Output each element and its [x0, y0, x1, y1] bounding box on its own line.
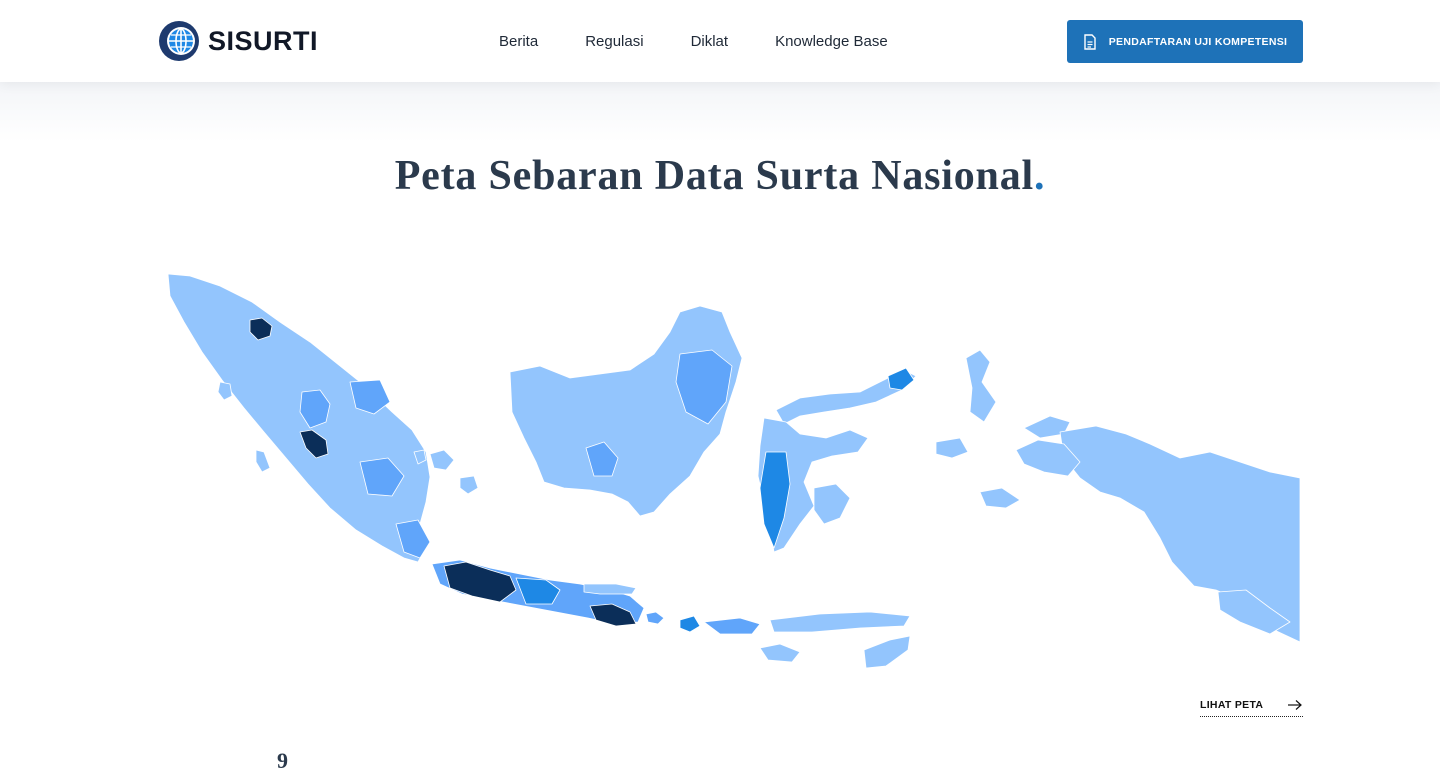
main-nav: Berita Regulasi Diklat Knowledge Base [499, 0, 935, 82]
nav-item-regulasi[interactable]: Regulasi [585, 33, 643, 50]
region-sulut-high[interactable] [887, 367, 915, 391]
document-icon [1084, 33, 1096, 50]
page-title-text: Peta Sebaran Data Surta Nasional [394, 153, 1034, 199]
nav-item-knowledge-base[interactable]: Knowledge Base [775, 33, 888, 50]
region-jabar-dark[interactable] [443, 561, 517, 603]
region-buru[interactable] [935, 437, 969, 459]
region-halmahera[interactable] [965, 349, 997, 423]
top-navbar: SISURTI Berita Regulasi Diklat Knowledge… [0, 0, 1440, 82]
view-map-link[interactable]: LIHAT PETA [1200, 694, 1303, 717]
next-section-glyph: 9 [277, 748, 288, 773]
region-maluku-tenggara[interactable] [979, 487, 1021, 509]
nav-item-berita[interactable]: Berita [499, 33, 538, 50]
brand-home-link[interactable]: SISURTI [158, 20, 318, 62]
brand-name: SISURTI [208, 25, 319, 56]
region-sumbawa[interactable] [703, 617, 761, 635]
nav-item-diklat[interactable]: Diklat [691, 33, 729, 50]
region-sumatra[interactable] [167, 273, 431, 563]
region-sultra[interactable] [813, 483, 851, 525]
indonesia-map[interactable] [160, 262, 1305, 692]
registration-button-label: PENDAFTARAN UJI KOMPETENSI [1108, 35, 1288, 48]
region-nias[interactable] [217, 381, 233, 401]
region-flores[interactable] [769, 611, 911, 633]
registration-button[interactable]: PENDAFTARAN UJI KOMPETENSI [1067, 20, 1303, 63]
view-map-link-label: LIHAT PETA [1200, 699, 1264, 711]
hero-background [0, 82, 1440, 142]
page-title-dot: . [1033, 153, 1046, 199]
indonesia-choropleth[interactable] [160, 262, 1305, 692]
region-sumba[interactable] [759, 643, 801, 663]
region-bali[interactable] [645, 611, 665, 625]
region-lombok[interactable] [679, 615, 701, 633]
region-bangka[interactable] [429, 449, 455, 471]
arrow-right-icon [1288, 700, 1302, 710]
page-title: Peta Sebaran Data Surta Nasional. [0, 152, 1440, 200]
globe-logo-icon [159, 21, 199, 61]
region-belitung[interactable] [459, 475, 479, 495]
region-madura[interactable] [583, 583, 637, 595]
region-timor[interactable] [863, 635, 911, 669]
region-mentawai[interactable] [255, 449, 271, 473]
